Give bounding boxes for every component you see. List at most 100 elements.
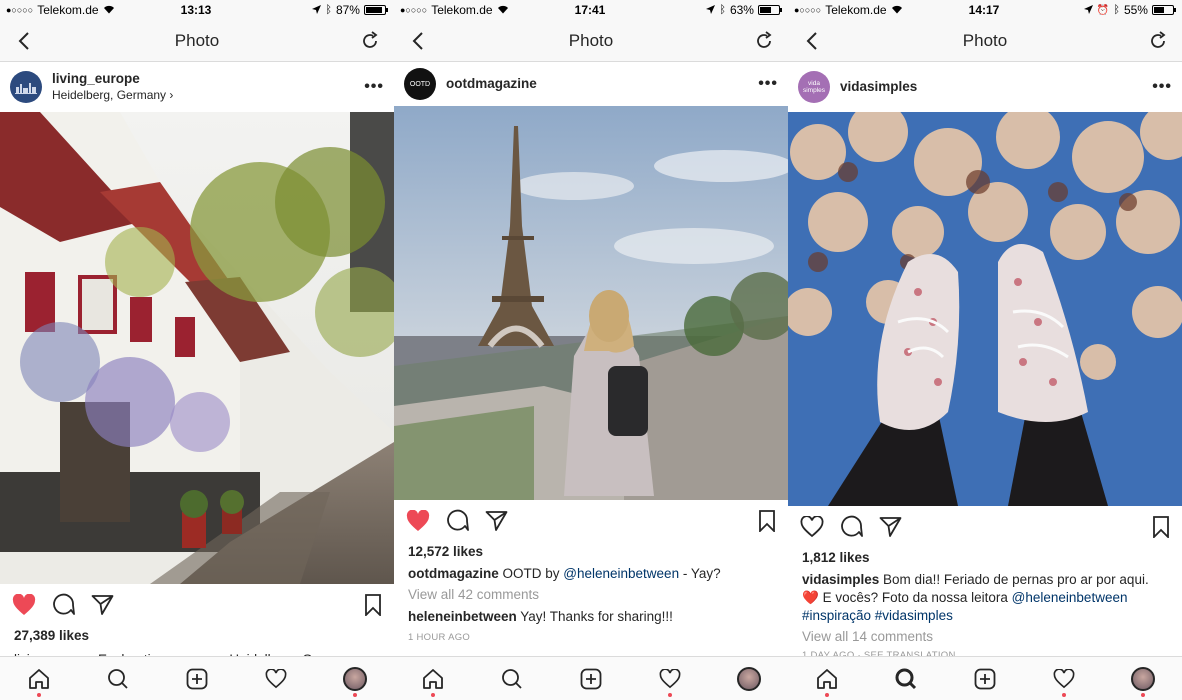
caption-mention[interactable]: @heleneinbetween: [563, 566, 679, 581]
bookmark-icon[interactable]: [758, 509, 776, 537]
comment-icon[interactable]: [52, 593, 75, 621]
tab-profile[interactable]: [1123, 659, 1163, 699]
tab-activity[interactable]: [1044, 659, 1084, 699]
like-heart-icon[interactable]: [12, 593, 36, 621]
location-arrow-icon: [706, 3, 716, 17]
nav-bar: Photo: [0, 20, 394, 62]
comment: heleneinbetween Yay! Thanks for sharing!…: [408, 609, 673, 624]
page-title: Photo: [962, 30, 1008, 50]
post-actions: [788, 506, 1182, 552]
post-photo[interactable]: [394, 106, 788, 500]
likes-count[interactable]: 1,812 likes: [788, 550, 1182, 565]
post-photo[interactable]: [788, 112, 1182, 506]
avatar[interactable]: OOTD: [404, 68, 436, 100]
clock: 14:17: [968, 3, 1000, 17]
tab-activity[interactable]: [256, 659, 296, 699]
avatar[interactable]: [10, 71, 42, 103]
comment-username[interactable]: heleneinbetween: [408, 609, 517, 624]
location-arrow-icon: [1083, 3, 1093, 17]
tab-add-post[interactable]: [571, 659, 611, 699]
status-bar: ●○○○○ Telekom.de 13:13 ᛒ 87%: [0, 0, 394, 20]
wifi-icon: [497, 3, 509, 17]
post-actions: [394, 500, 788, 546]
like-heart-icon[interactable]: [800, 514, 824, 543]
share-icon[interactable]: [91, 594, 114, 621]
tab-profile[interactable]: [335, 659, 375, 699]
signal-icon: ●○○○○: [794, 5, 822, 15]
signal-icon: ●○○○○: [6, 5, 34, 15]
profile-avatar: [1130, 666, 1155, 691]
tab-search[interactable]: [98, 659, 138, 699]
more-options-icon[interactable]: •••: [758, 75, 778, 93]
tab-add-post[interactable]: [965, 659, 1005, 699]
notification-dot: [431, 692, 436, 697]
battery-icon: [757, 5, 782, 15]
caption-username[interactable]: ootdmagazine: [408, 566, 499, 581]
carrier: Telekom.de: [825, 3, 887, 17]
tab-search[interactable]: [886, 659, 926, 699]
more-options-icon[interactable]: •••: [1152, 78, 1172, 96]
avatar[interactable]: vida simples: [798, 71, 830, 103]
caption-mention[interactable]: @heleneinbetween: [1012, 590, 1128, 605]
like-heart-icon[interactable]: [406, 509, 430, 537]
tab-profile[interactable]: [729, 659, 769, 699]
notification-dot: [1061, 692, 1066, 697]
refresh-icon[interactable]: [1146, 29, 1170, 53]
refresh-icon[interactable]: [752, 29, 776, 53]
carrier: Telekom.de: [431, 3, 493, 17]
notification-dot: [37, 692, 42, 697]
location-arrow-icon: [312, 3, 322, 17]
chevron-right-icon: ›: [169, 88, 174, 102]
screen-living-europe: ●○○○○ Telekom.de 13:13 ᛒ 87% Photo living_…: [0, 0, 394, 700]
caption-hashtags[interactable]: #inspiração #vidasimples: [802, 608, 953, 623]
refresh-icon[interactable]: [358, 29, 382, 53]
comment-icon[interactable]: [446, 509, 469, 537]
battery-icon: [1151, 5, 1176, 15]
back-chevron-icon[interactable]: [800, 29, 824, 53]
caption-username[interactable]: vidasimples: [802, 572, 879, 587]
notification-dot: [667, 692, 672, 697]
screen-ootdmagazine: ●○○○○ Telekom.de 17:41 ᛒ 63% Photo OOTD oo…: [394, 0, 788, 700]
likes-count[interactable]: 12,572 likes: [394, 544, 788, 559]
nav-bar: Photo: [394, 20, 788, 62]
more-options-icon[interactable]: •••: [364, 78, 384, 96]
bluetooth-icon: ᛒ: [1113, 4, 1120, 16]
clock: 13:13: [180, 3, 212, 17]
tab-activity[interactable]: [650, 659, 690, 699]
bookmark-icon[interactable]: [1152, 515, 1170, 543]
battery-percent: 55%: [1123, 3, 1148, 17]
post-actions: [0, 584, 394, 630]
profile-avatar: [342, 666, 367, 691]
tab-bar: [0, 656, 394, 700]
post-caption: ootdmagazine OOTD by @heleneinbetween - …: [408, 566, 721, 581]
back-chevron-icon[interactable]: [12, 29, 36, 53]
post-username[interactable]: vidasimples: [840, 79, 1152, 95]
tab-home[interactable]: [413, 659, 453, 699]
post-username[interactable]: ootdmagazine: [446, 76, 758, 92]
page-title: Photo: [568, 30, 614, 50]
view-all-comments-link[interactable]: View all 14 comments: [788, 629, 1182, 644]
comment-icon[interactable]: [840, 515, 863, 543]
post-header: vida simples vidasimples •••: [788, 62, 1182, 112]
tab-home[interactable]: [19, 659, 59, 699]
bookmark-icon[interactable]: [364, 593, 382, 621]
view-all-comments-link[interactable]: View all 42 comments: [394, 587, 788, 602]
share-icon[interactable]: [879, 516, 902, 543]
notification-dot: [1140, 692, 1145, 697]
tab-add-post[interactable]: [177, 659, 217, 699]
likes-count[interactable]: 27,389 likes: [0, 628, 394, 643]
notification-dot: [825, 692, 830, 697]
tab-bar: [788, 656, 1182, 700]
tab-search[interactable]: [492, 659, 532, 699]
battery-percent: 87%: [335, 3, 360, 17]
battery-icon: [363, 5, 388, 15]
tab-bar: [394, 656, 788, 700]
clock: 17:41: [574, 3, 606, 17]
post-username[interactable]: living_europe: [52, 71, 364, 87]
tab-home[interactable]: [807, 659, 847, 699]
post-location[interactable]: Heidelberg, Germany ›: [52, 87, 364, 103]
status-bar: ●○○○○ Telekom.de 14:17 ⏰ ᛒ 55%: [788, 0, 1182, 20]
back-chevron-icon[interactable]: [406, 29, 430, 53]
share-icon[interactable]: [485, 510, 508, 537]
post-photo[interactable]: [0, 112, 394, 584]
